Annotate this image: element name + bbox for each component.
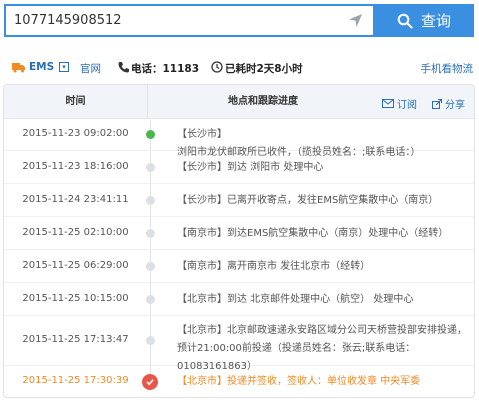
timeline-dot xyxy=(146,295,155,304)
mobile-tracking-link[interactable]: 手机看物流 xyxy=(421,61,474,76)
official-site-link[interactable]: 官网 xyxy=(80,61,101,76)
clock-icon xyxy=(211,61,223,73)
row-city: 【北京市】 xyxy=(177,325,227,336)
row-time: 2015-11-25 06:29:00 xyxy=(22,260,129,271)
table-row: 2015-11-25 17:13:47 【北京市】北京邮政速递永安路区域分公司天… xyxy=(4,316,474,372)
carrier-info-row: EMS ▾ 官网 电话：11183 已耗时2天8小时 手机看物流 xyxy=(0,56,479,80)
table-header: 时间 地点和跟踪进度 订阅 分享 xyxy=(4,85,474,119)
subscribe-button[interactable]: 订阅 xyxy=(382,96,417,111)
carrier-name[interactable]: EMS xyxy=(29,61,54,73)
row-detail: 到达EMS航空集散中心（南京）处理中心（经转） xyxy=(227,228,449,239)
row-time: 2015-11-25 10:15:00 xyxy=(22,293,129,304)
row-event: 【长沙市】到达 浏阳市 处理中心 xyxy=(177,159,467,177)
row-time: 2015-11-23 18:16:00 xyxy=(22,161,129,172)
table-row: 2015-11-25 06:29:00 【南京市】离开南京市 发往北京市（经转） xyxy=(4,250,474,283)
row-detail: 到达 北京邮件处理中心（航空） 处理中心 xyxy=(227,294,414,305)
row-detail: 已离开收寄点，发往EMS航空集散中心（南京） xyxy=(227,195,439,206)
row-time: 2015-11-25 17:30:39 xyxy=(22,375,129,386)
row-event: 【南京市】离开南京市 发往北京市（经转） xyxy=(177,258,467,276)
mail-icon xyxy=(382,99,394,108)
table-row: 2015-11-24 23:41:11 【长沙市】已离开收寄点，发往EMS航空集… xyxy=(4,184,474,217)
locate-arrow-icon[interactable] xyxy=(348,13,363,28)
row-city: 【南京市】 xyxy=(177,261,227,272)
column-header-place: 地点和跟踪进度 xyxy=(228,96,298,107)
table-row: 2015-11-23 09:02:00 【长沙市】浏阳市龙伏邮政所已收件，（揽投… xyxy=(4,119,474,158)
phone-icon xyxy=(118,62,129,73)
table-row-final: 2015-11-25 17:30:39 【北京市】投递并签收，签收人：单位收发章… xyxy=(4,366,474,397)
row-event: 【北京市】投递并签收，签收人：单位收发章 中央军委 xyxy=(177,373,467,391)
timeline-dot xyxy=(146,336,155,345)
timeline-dot xyxy=(146,163,155,172)
share-button[interactable]: 分享 xyxy=(432,96,465,111)
row-event: 【南京市】到达EMS航空集散中心（南京）处理中心（经转） xyxy=(177,225,467,243)
timeline-start-dot xyxy=(146,130,155,139)
column-header-time: 时间 xyxy=(65,96,86,107)
row-time: 2015-11-23 09:02:00 xyxy=(22,128,129,139)
row-detail: 到达 浏阳市 处理中心 xyxy=(227,162,324,173)
share-icon xyxy=(432,98,442,109)
row-detail: 离开南京市 发往北京市（经转） xyxy=(227,261,371,272)
row-time: 2015-11-25 02:10:00 xyxy=(22,227,129,238)
timeline-dot xyxy=(146,229,155,238)
row-city: 【北京市】 xyxy=(177,294,227,305)
row-detail: 投递并签收，签收人：单位收发章 中央军委 xyxy=(227,376,421,387)
table-row: 2015-11-23 18:16:00 【长沙市】到达 浏阳市 处理中心 xyxy=(4,151,474,184)
row-event: 【长沙市】已离开收寄点，发往EMS航空集散中心（南京） xyxy=(177,192,467,210)
timeline-dot xyxy=(146,196,155,205)
row-city: 【长沙市】 xyxy=(177,129,227,140)
carrier-dropdown-icon[interactable]: ▾ xyxy=(59,62,69,72)
row-time: 2015-11-25 17:13:47 xyxy=(22,334,129,345)
row-city: 【北京市】 xyxy=(177,376,227,387)
row-city: 【南京市】 xyxy=(177,228,227,239)
tracking-number-input[interactable] xyxy=(6,6,336,35)
row-time: 2015-11-24 23:41:11 xyxy=(22,194,129,205)
search-icon xyxy=(397,13,413,29)
table-row: 2015-11-25 10:15:00 【北京市】到达 北京邮件处理中心（航空）… xyxy=(4,283,474,316)
delivered-check-icon xyxy=(142,374,158,390)
subscribe-label: 订阅 xyxy=(397,100,417,111)
search-button[interactable]: 查询 xyxy=(374,4,474,37)
row-city: 【长沙市】 xyxy=(177,195,227,206)
row-event: 【北京市】到达 北京邮件处理中心（航空） 处理中心 xyxy=(177,291,467,309)
share-label: 分享 xyxy=(445,100,465,111)
timeline-dot xyxy=(146,262,155,271)
elapsed-time: 已耗时2天8小时 xyxy=(225,63,303,75)
search-bar: 查询 xyxy=(0,0,479,40)
table-row: 2015-11-25 02:10:00 【南京市】到达EMS航空集散中心（南京）… xyxy=(4,217,474,250)
truck-icon xyxy=(12,63,25,73)
tracking-table: 时间 地点和跟踪进度 订阅 分享 2015-11-23 09:02:00 【长沙… xyxy=(3,84,475,398)
row-city: 【长沙市】 xyxy=(177,162,227,173)
search-box xyxy=(4,4,375,37)
search-button-label: 查询 xyxy=(420,12,451,30)
service-phone: 电话：11183 xyxy=(131,63,200,75)
